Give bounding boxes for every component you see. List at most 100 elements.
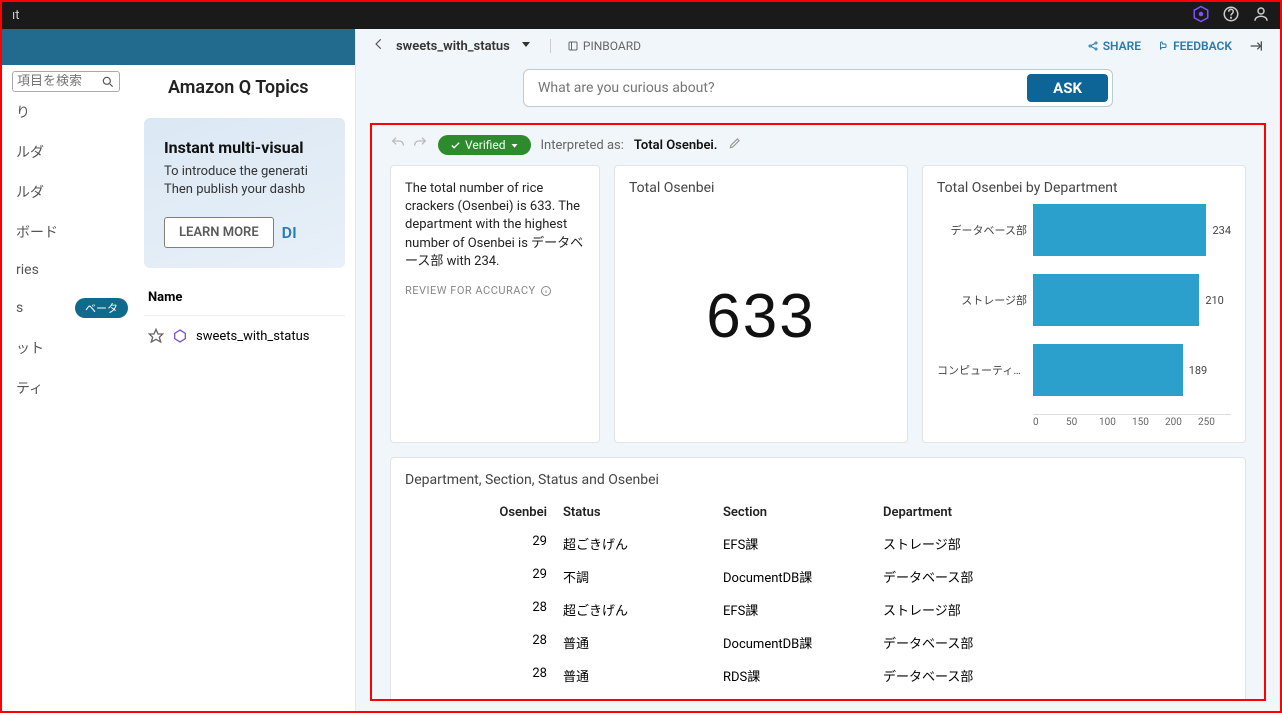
window-topbar: ıt [2,2,1280,29]
cell-section: EFS課 [715,531,875,556]
cell-department: データベース部 [875,564,1231,589]
title-fragment: ıt [12,8,19,23]
nav-item[interactable]: ries [12,252,132,288]
bar-value: 234 [1212,224,1231,237]
promo-line1: To introduce the generati [164,163,325,181]
cell-section: DocumentDB課 [715,630,875,655]
bar-value: 189 [1189,364,1208,377]
interpreted-value: Total Osenbei. [634,138,718,153]
axis-tick: 250 [1198,417,1231,428]
cell-department: データベース部 [875,630,1231,655]
cell-osenbei: 29 [405,531,555,556]
bar-value: 210 [1205,294,1224,307]
nav-item[interactable]: ルダ [12,132,132,172]
nav-item[interactable]: sベータ [12,288,132,328]
nav-item[interactable]: ティ [12,368,132,408]
topics-title: Amazon Q Topics [144,65,345,110]
topic-dropdown-icon[interactable] [520,38,532,54]
redo-icon[interactable] [412,135,428,155]
name-column-header: Name [144,276,345,316]
ask-button[interactable]: ASK [1027,74,1108,102]
chart-title: Total Osenbei by Department [937,180,1231,196]
feedback-button[interactable]: FEEDBACK [1157,39,1232,53]
topic-name: sweets_with_status [196,329,309,344]
narrative-card: The total number of rice crackers (Osenb… [390,165,600,443]
table-card: Department, Section, Status and Osenbei … [390,457,1246,701]
nav-item[interactable]: ット [12,328,132,368]
total-title: Total Osenbei [629,180,893,196]
review-accuracy[interactable]: REVIEW FOR ACCURACY [405,283,585,298]
th-status: Status [555,502,715,523]
cell-department: データベース部 [875,663,1231,688]
cell-status: 超ごきげん [555,531,715,556]
cell-osenbei: 28 [405,597,555,622]
result-area: Verified Interpreted as: Total Osenbei. … [370,123,1266,701]
sidebar-nav: り ルダ ルダ ボード ries sベータ ット ティ [12,65,132,408]
star-icon[interactable] [148,328,164,344]
topic-row[interactable]: sweets_with_status [144,316,345,356]
cell-osenbei: 28 [405,630,555,655]
cell-section: RDS課 [715,663,875,688]
total-value: 633 [629,204,893,428]
chart-card: Total Osenbei by Department データベース部234 スト… [922,165,1246,443]
table-row[interactable]: 29不調DocumentDB課データベース部 [405,560,1231,593]
search-icon [101,75,115,89]
cell-status: 普通 [555,663,715,688]
back-button[interactable] [372,37,386,55]
bar-label: コンピューティン... [937,362,1033,378]
verified-pill[interactable]: Verified [438,135,531,155]
brand-band [2,29,355,65]
user-icon[interactable] [1252,5,1270,27]
share-button[interactable]: SHARE [1087,39,1141,53]
topic-icon [172,328,188,344]
ask-input-wrap: ASK [523,69,1113,107]
th-department: Department [875,502,1231,523]
pinboard-button[interactable]: PINBOARD [550,39,641,53]
cell-status: 普通 [555,630,715,655]
cell-section: EFS課 [715,597,875,622]
axis-tick: 200 [1165,417,1198,428]
cell-department: ストレージ部 [875,531,1231,556]
bar-rect[interactable] [1033,344,1183,396]
topic-breadcrumb[interactable]: sweets_with_status [396,39,510,54]
total-card: Total Osenbei 633 [614,165,908,443]
promo-line2: Then publish your dashb [164,181,325,199]
learn-more-button[interactable]: LEARN MORE [164,217,274,248]
right-panel: sweets_with_status PINBOARD SHARE FEEDBA… [356,29,1280,711]
expand-icon[interactable] [1248,38,1264,54]
table-row[interactable]: 28普通RDS課データベース部 [405,659,1231,692]
undo-icon[interactable] [390,135,406,155]
cell-department: ストレージ部 [875,597,1231,622]
axis-tick: 100 [1099,417,1132,428]
beta-badge: ベータ [75,298,128,318]
promo-heading: Instant multi-visual [164,138,325,157]
nav-item[interactable]: ボード [12,212,132,252]
search-box[interactable] [12,71,120,92]
chart-bar: コンピューティン... 189 [937,344,1231,396]
edit-icon[interactable] [728,136,742,154]
table-row[interactable]: 29超ごきげんEFS課ストレージ部 [405,527,1231,560]
table-row[interactable]: 28普通DocumentDB課データベース部 [405,626,1231,659]
interpreted-label: Interpreted as: [541,138,624,153]
search-input[interactable] [17,74,101,89]
bar-label: ストレージ部 [937,292,1033,308]
left-panel: り ルダ ルダ ボード ries sベータ ット ティ Amazon Q Top… [2,29,356,711]
cell-status: 超ごきげん [555,597,715,622]
ask-input[interactable] [524,70,1023,106]
axis-tick: 50 [1066,417,1099,428]
dismiss-fragment[interactable]: DI [282,217,297,248]
th-osenbei: Osenbei [405,502,555,523]
table-row[interactable]: 28超ごきげんEFS課ストレージ部 [405,593,1231,626]
nav-item[interactable]: り [12,92,132,132]
axis-tick: 0 [1033,417,1066,428]
app-badge-icon[interactable] [1192,5,1210,27]
nav-item[interactable]: ルダ [12,172,132,212]
bar-rect[interactable] [1033,204,1206,256]
bar-rect[interactable] [1033,274,1199,326]
table-title: Department, Section, Status and Osenbei [405,472,1231,488]
cell-status: 不調 [555,564,715,589]
th-section: Section [715,502,875,523]
breadcrumb-bar: sweets_with_status PINBOARD SHARE FEEDBA… [356,29,1280,63]
chart-bar: データベース部234 [937,204,1231,256]
help-icon[interactable] [1222,5,1240,27]
